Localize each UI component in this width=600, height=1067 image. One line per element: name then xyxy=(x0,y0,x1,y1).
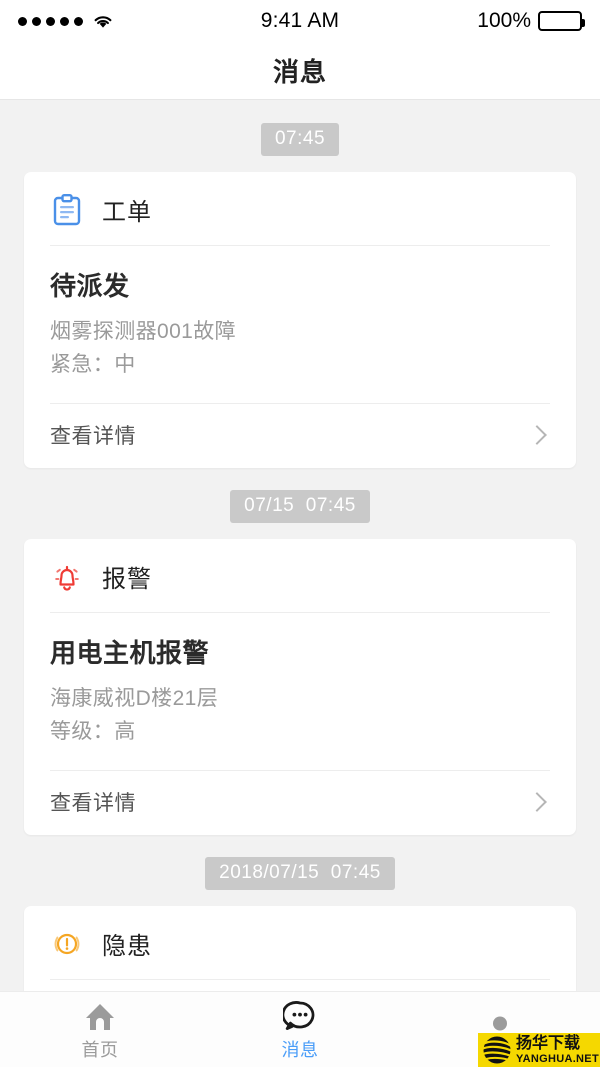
card-detail-line-2: 紧急：中 xyxy=(50,352,136,376)
watermark-title-cn: 扬华下载 xyxy=(516,1034,581,1052)
tab-messages[interactable]: 消息 xyxy=(200,992,400,1067)
status-bar-right: 100% xyxy=(477,9,585,33)
timestamp-divider: 07:45 xyxy=(0,101,600,172)
card-header: 工单 xyxy=(24,172,576,245)
card-detail-line-2: 等级：高 xyxy=(50,719,136,743)
message-list[interactable]: 07:45 工单 待派发 烟雾探测器001故障 紧急：中 查看详情 07/15 … xyxy=(0,101,600,991)
chevron-right-icon xyxy=(527,425,547,445)
battery-percent-label: 100% xyxy=(477,9,531,32)
card-header: 报警 xyxy=(24,539,576,612)
card-category-label: 隐患 xyxy=(102,933,152,961)
view-detail-button[interactable]: 查看详情 xyxy=(24,404,576,468)
message-card-alarm[interactable]: 报警 用电主机报警 海康威视D楼21层 等级：高 查看详情 xyxy=(24,539,576,836)
tab-home[interactable]: 首页 xyxy=(0,992,200,1067)
bell-icon xyxy=(50,560,84,594)
tab-messages-label: 消息 xyxy=(281,1039,319,1060)
yanghua-logo-icon xyxy=(478,1033,516,1067)
chat-bubble-icon xyxy=(283,998,317,1032)
tab-home-label: 首页 xyxy=(81,1039,119,1060)
timestamp-badge: 07:45 xyxy=(260,123,340,156)
status-bar: 9:41 AM 100% xyxy=(0,0,600,42)
home-icon xyxy=(83,998,117,1032)
card-body: 待派发 烟雾探测器001故障 紧急：中 xyxy=(24,246,576,403)
card-title: 用电主机报警 xyxy=(50,638,210,669)
timestamp-badge: 2018/07/15 07:45 xyxy=(205,857,395,891)
card-body: 用电主机报警 海康威视D楼21层 等级：高 xyxy=(24,613,576,770)
watermark-text: 扬华下载 YANGHUA.NET xyxy=(516,1034,599,1065)
warning-circle-icon xyxy=(50,927,84,961)
view-detail-label: 查看详情 xyxy=(50,792,136,816)
watermark-title-en: YANGHUA.NET xyxy=(516,1052,599,1065)
card-category-label: 工单 xyxy=(102,199,152,226)
card-detail-line-1: 烟雾探测器001故障 xyxy=(50,320,237,343)
nav-bar: 消息 xyxy=(0,42,600,100)
timestamp-badge: 07/15 07:45 xyxy=(230,490,370,524)
timestamp-divider: 2018/07/15 07:45 xyxy=(0,835,600,906)
view-detail-label: 查看详情 xyxy=(50,425,136,449)
chevron-right-icon xyxy=(527,792,547,813)
card-body xyxy=(24,980,576,991)
timestamp-divider: 07/15 07:45 xyxy=(0,468,600,539)
battery-full-icon xyxy=(538,11,585,31)
view-detail-button[interactable]: 查看详情 xyxy=(24,771,576,835)
page-title: 消息 xyxy=(272,57,327,87)
phone-screen: 9:41 AM 100% 消息 07:45 工单 待派发 烟雾探测器001故障 … xyxy=(0,0,600,1067)
watermark-overlay: 扬华下载 YANGHUA.NET xyxy=(478,1033,600,1067)
card-detail-line-1: 海康威视D楼21层 xyxy=(50,687,219,711)
card-header: 隐患 xyxy=(24,906,576,979)
card-category-label: 报警 xyxy=(102,566,152,594)
card-title: 待派发 xyxy=(50,271,130,301)
message-card-hazard[interactable]: 隐患 xyxy=(24,906,576,991)
clipboard-icon xyxy=(50,193,84,227)
message-card-work-order[interactable]: 工单 待派发 烟雾探测器001故障 紧急：中 查看详情 xyxy=(24,172,576,469)
